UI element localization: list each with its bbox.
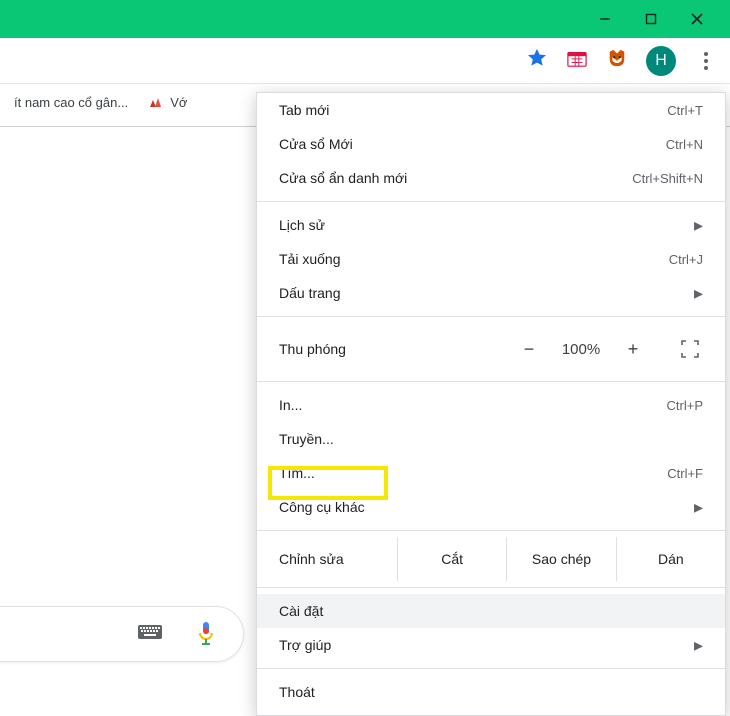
menu-item-help[interactable]: Trợ giúp ▸	[257, 628, 725, 662]
bookmark-favicon-icon	[148, 94, 164, 110]
red-panda-extension-icon[interactable]	[606, 48, 628, 73]
menu-label: Tải xuống	[279, 251, 669, 267]
profile-avatar[interactable]: H	[646, 46, 676, 76]
menu-label: Tìm...	[279, 465, 667, 481]
menu-item-exit[interactable]: Thoát	[257, 675, 725, 709]
calendar-extension-icon[interactable]	[566, 48, 588, 73]
menu-label: Lịch sử	[279, 217, 688, 233]
edit-cut-button[interactable]: Cắt	[397, 537, 506, 581]
menu-label: Tab mới	[279, 102, 667, 118]
menu-item-history[interactable]: Lịch sử ▸	[257, 208, 725, 242]
menu-item-print[interactable]: In... Ctrl+P	[257, 388, 725, 422]
chrome-menu-button[interactable]	[694, 49, 718, 73]
edit-copy-button[interactable]: Sao chép	[506, 537, 615, 581]
close-button[interactable]	[674, 0, 720, 38]
menu-item-bookmarks[interactable]: Dấu trang ▸	[257, 276, 725, 310]
menu-separator	[257, 201, 725, 202]
menu-label: Truyền...	[279, 431, 703, 447]
zoom-out-button[interactable]: −	[509, 339, 549, 360]
edit-paste-button[interactable]: Dán	[616, 537, 725, 581]
fullscreen-button[interactable]	[665, 340, 713, 358]
chevron-right-icon: ▸	[688, 497, 703, 518]
menu-separator	[257, 587, 725, 588]
bookmark-item[interactable]: ít nam cao cổ gân...	[8, 91, 134, 114]
menu-item-zoom: Thu phóng − 100% +	[257, 323, 725, 375]
bookmark-label: Vớ	[170, 95, 187, 110]
menu-item-settings[interactable]: Cài đặt	[257, 594, 725, 628]
zoom-percent: 100%	[549, 341, 613, 358]
chevron-right-icon: ▸	[688, 635, 703, 656]
menu-label: Cửa sổ Mới	[279, 136, 666, 152]
keyboard-icon[interactable]	[137, 622, 163, 647]
minimize-button[interactable]	[582, 0, 628, 38]
menu-label: Thu phóng	[279, 341, 509, 357]
menu-separator	[257, 530, 725, 531]
microphone-icon[interactable]	[197, 621, 215, 647]
menu-label: Công cụ khác	[279, 499, 688, 515]
menu-separator	[257, 668, 725, 669]
menu-edit-row: Chỉnh sửa Cắt Sao chép Dán	[257, 537, 725, 581]
menu-label: Dấu trang	[279, 285, 688, 301]
avatar-letter: H	[655, 52, 667, 70]
menu-separator	[257, 381, 725, 382]
browser-toolbar: H	[0, 38, 730, 84]
menu-label: Thoát	[279, 684, 703, 700]
menu-separator	[257, 316, 725, 317]
window-titlebar	[0, 0, 730, 38]
fullscreen-icon	[681, 340, 699, 358]
menu-shortcut: Ctrl+T	[667, 103, 703, 118]
zoom-in-button[interactable]: +	[613, 339, 653, 360]
chrome-main-menu: Tab mới Ctrl+T Cửa sổ Mới Ctrl+N Cửa sổ …	[256, 92, 726, 716]
menu-label: Cài đặt	[279, 603, 703, 619]
menu-shortcut: Ctrl+P	[667, 398, 703, 413]
bookmark-star-icon[interactable]	[526, 47, 548, 74]
menu-label: Cửa sổ ẩn danh mới	[279, 170, 632, 186]
menu-shortcut: Ctrl+Shift+N	[632, 171, 703, 186]
menu-item-downloads[interactable]: Tải xuống Ctrl+J	[257, 242, 725, 276]
menu-item-new-window[interactable]: Cửa sổ Mới Ctrl+N	[257, 127, 725, 161]
menu-item-new-tab[interactable]: Tab mới Ctrl+T	[257, 93, 725, 127]
menu-item-cast[interactable]: Truyền...	[257, 422, 725, 456]
chevron-right-icon: ▸	[688, 215, 703, 236]
menu-shortcut: Ctrl+J	[669, 252, 703, 267]
menu-item-find[interactable]: Tìm... Ctrl+F	[257, 456, 725, 490]
bookmark-item[interactable]: Vớ	[142, 90, 193, 114]
menu-item-incognito[interactable]: Cửa sổ ẩn danh mới Ctrl+Shift+N	[257, 161, 725, 195]
menu-label: Chỉnh sửa	[257, 537, 397, 581]
menu-item-more-tools[interactable]: Công cụ khác ▸	[257, 490, 725, 524]
menu-label: In...	[279, 397, 667, 413]
menu-shortcut: Ctrl+N	[666, 137, 703, 152]
maximize-button[interactable]	[628, 0, 674, 38]
google-search-box[interactable]	[0, 606, 244, 662]
bookmark-label: ít nam cao cổ gân...	[14, 95, 128, 110]
menu-shortcut: Ctrl+F	[667, 466, 703, 481]
menu-label: Trợ giúp	[279, 637, 688, 653]
chevron-right-icon: ▸	[688, 283, 703, 304]
